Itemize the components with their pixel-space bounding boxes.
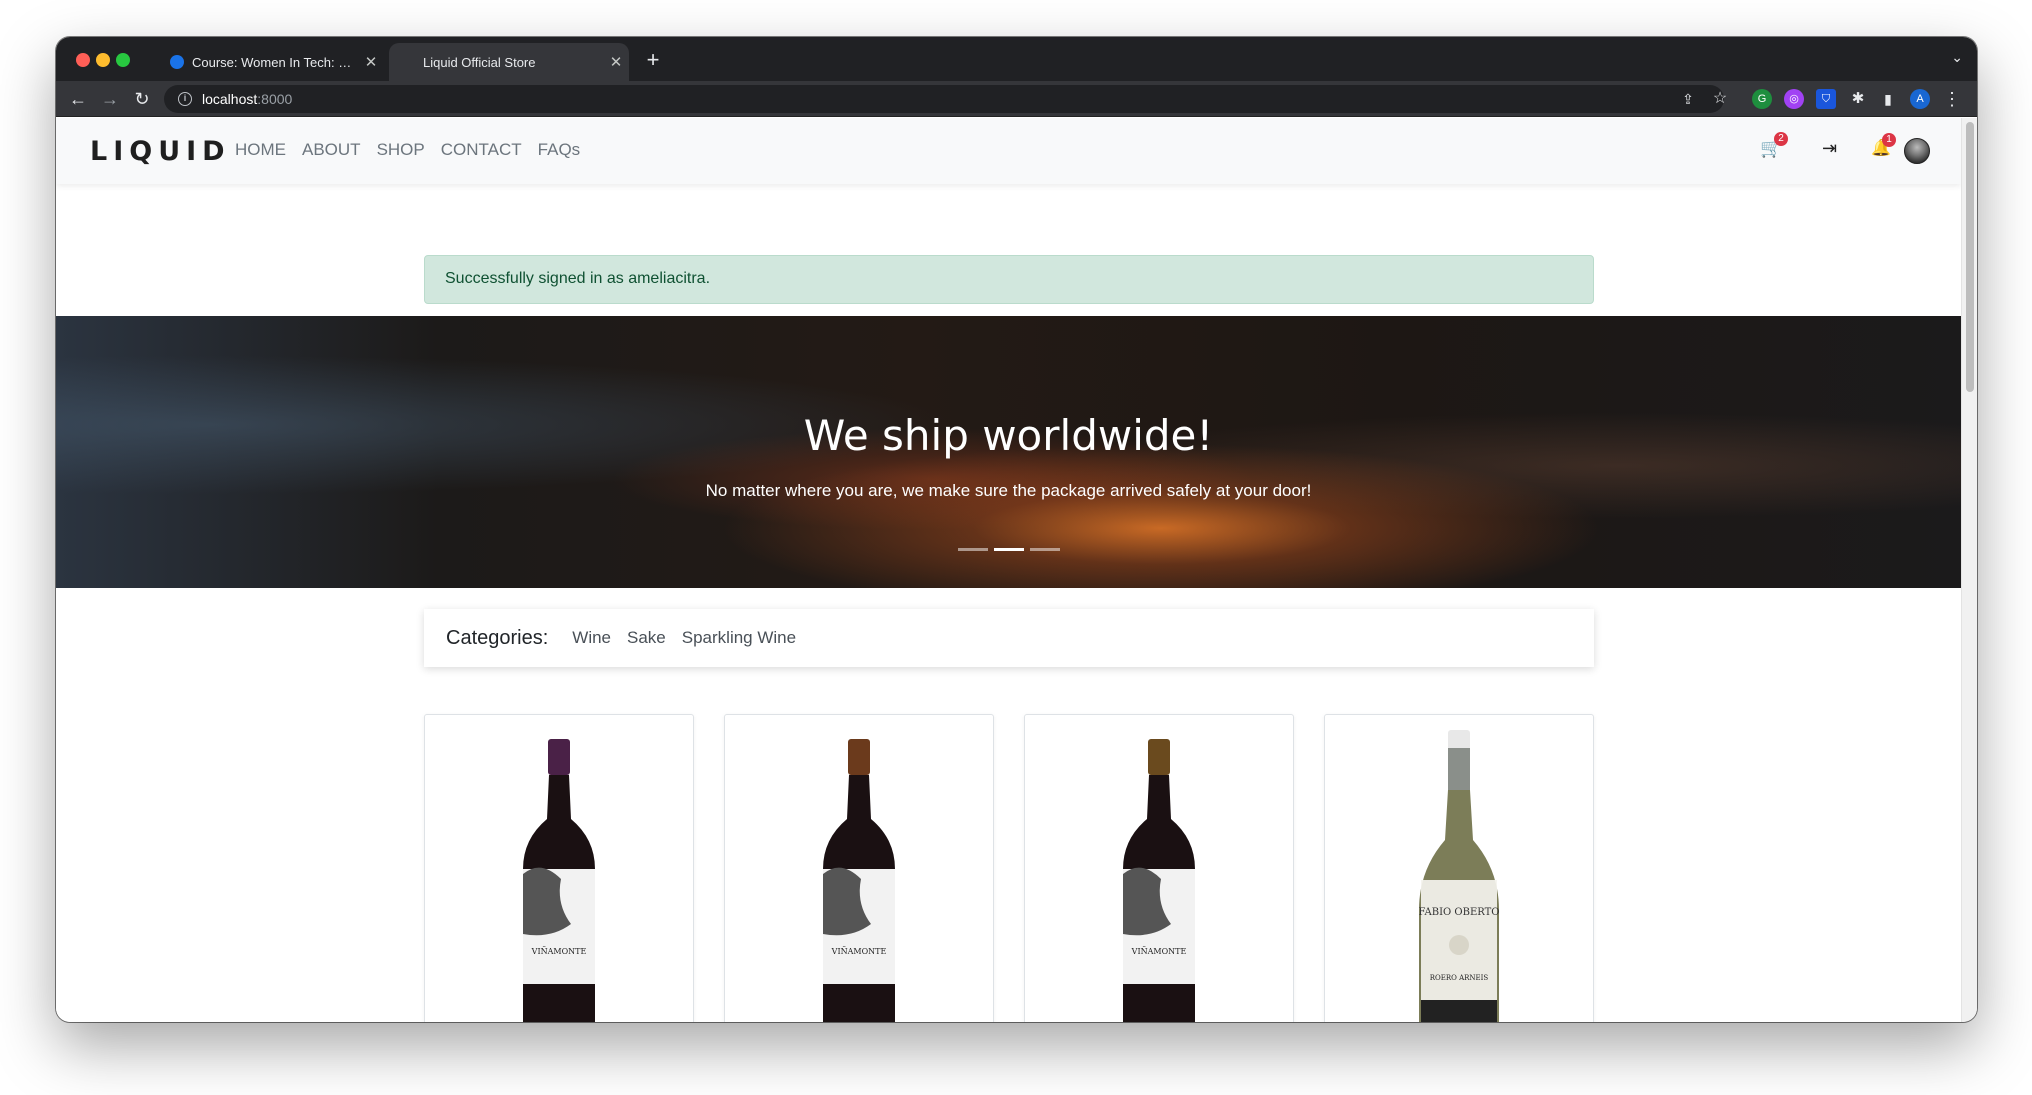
address-port: :8000 xyxy=(257,91,293,107)
product-card[interactable]: VIÑAMONTE xyxy=(724,714,994,1022)
user-avatar[interactable] xyxy=(1904,138,1930,164)
wine-bottle-image: VIÑAMONTE xyxy=(1123,739,1195,1022)
new-tab-icon[interactable]: + xyxy=(640,47,666,73)
bottle-label-text: FABIO OBERTO xyxy=(1418,907,1499,918)
bottle-label-text: VIÑAMONTE xyxy=(531,947,587,956)
nav-shop[interactable]: SHOP xyxy=(377,140,425,160)
cart-count-badge: 2 xyxy=(1774,132,1788,146)
site-info-icon[interactable]: i xyxy=(178,92,192,106)
bitwarden-extension-icon[interactable]: ⛉ xyxy=(1816,89,1836,109)
product-card[interactable]: VIÑAMONTE xyxy=(424,714,694,1022)
nav-contact[interactable]: CONTACT xyxy=(441,140,522,160)
forward-arrow-icon[interactable]: → xyxy=(98,87,122,111)
desktop: Course: Women In Tech: Pytho ✕ Liquid Of… xyxy=(0,0,2032,1095)
bookmark-star-icon[interactable]: ☆ xyxy=(1708,87,1732,111)
back-arrow-icon[interactable]: ← xyxy=(66,87,90,111)
tab-liquid-store[interactable]: Liquid Official Store ✕ xyxy=(389,43,629,81)
hero-subtitle: No matter where you are, we make sure th… xyxy=(705,481,1312,500)
carousel-indicator-3[interactable] xyxy=(1030,548,1060,551)
site-navbar: LIQUID HOME ABOUT SHOP CONTACT FAQs 🛒 2 … xyxy=(56,118,1961,184)
product-card[interactable]: FABIO OBERTO ROERO ARNEIS xyxy=(1324,714,1594,1022)
site-logo[interactable]: LIQUID xyxy=(90,136,231,167)
minimize-window-button[interactable] xyxy=(96,53,110,67)
page-scrollbar[interactable] xyxy=(1961,118,1977,1022)
categories-label: Categories: xyxy=(446,626,549,649)
carousel-indicators xyxy=(958,548,1060,551)
hero-title: We ship worldwide! xyxy=(803,411,1214,460)
product-card[interactable]: VIÑAMONTE xyxy=(1024,714,1294,1022)
bottle-label-subtext: ROERO ARNEIS xyxy=(1430,974,1489,982)
tab-course[interactable]: Course: Women In Tech: Pytho ✕ xyxy=(156,43,384,81)
address-bar[interactable]: i localhost:8000 xyxy=(164,85,1724,113)
close-window-button[interactable] xyxy=(76,53,90,67)
tab-strip: Course: Women In Tech: Pytho ✕ Liquid Of… xyxy=(56,37,1977,81)
extensions-puzzle-icon[interactable]: ✱ xyxy=(1846,87,1870,111)
category-sake[interactable]: Sake xyxy=(627,628,666,648)
wine-bottle-image: VIÑAMONTE xyxy=(523,739,595,1022)
success-alert: Successfully signed in as ameliacitra. xyxy=(424,255,1594,304)
nav-faqs[interactable]: FAQs xyxy=(538,140,581,160)
share-icon[interactable]: ⇪ xyxy=(1676,87,1700,111)
page-viewport: LIQUID HOME ABOUT SHOP CONTACT FAQs 🛒 2 … xyxy=(56,118,1961,1022)
logout-icon[interactable]: ⇥ xyxy=(1822,138,1837,159)
grammarly-extension-icon[interactable]: G xyxy=(1752,89,1772,109)
bottle-label-text: VIÑAMONTE xyxy=(831,947,887,956)
tab-search-chevron-icon[interactable]: ⌄ xyxy=(1951,49,1963,66)
nav-home[interactable]: HOME xyxy=(235,140,286,160)
carousel-indicator-1[interactable] xyxy=(958,548,988,551)
wine-bottle-image: VIÑAMONTE xyxy=(823,739,895,1022)
maximize-window-button[interactable] xyxy=(116,53,130,67)
tab-title: Course: Women In Tech: Pytho xyxy=(192,54,358,70)
browser-window: Course: Women In Tech: Pytho ✕ Liquid Of… xyxy=(56,37,1977,1022)
notification-count-badge: 1 xyxy=(1882,133,1896,147)
side-panel-icon[interactable]: ▮ xyxy=(1876,87,1900,111)
reload-icon[interactable]: ↻ xyxy=(130,87,154,111)
product-grid: VIÑAMONTE VIÑAMONTE VIÑAMONTE FABIO OBER… xyxy=(424,714,1594,1022)
nav-about[interactable]: ABOUT xyxy=(302,140,361,160)
close-tab-icon[interactable]: ✕ xyxy=(603,53,629,71)
white-wine-bottle-image: FABIO OBERTO ROERO ARNEIS xyxy=(1418,730,1500,1022)
browser-toolbar: ← → ↻ i localhost:8000 ⇪ ☆ G ◎ ⛉ ✱ ▮ A ⋮ xyxy=(56,81,1977,117)
hero-carousel: We ship worldwide! No matter where you a… xyxy=(56,316,1961,588)
profile-avatar[interactable]: A xyxy=(1910,89,1930,109)
tab-title: Liquid Official Store xyxy=(423,54,536,70)
extension-purple-icon[interactable]: ◎ xyxy=(1784,89,1804,109)
course-favicon-icon xyxy=(170,55,184,69)
nav-links: HOME ABOUT SHOP CONTACT FAQs xyxy=(235,140,580,160)
address-host: localhost xyxy=(202,91,258,107)
carousel-indicator-2[interactable] xyxy=(994,548,1024,551)
scrollbar-thumb[interactable] xyxy=(1966,122,1974,392)
categories-bar: Categories: Wine Sake Sparkling Wine xyxy=(424,609,1594,667)
browser-menu-icon[interactable]: ⋮ xyxy=(1940,87,1964,111)
bottle-label-text: VIÑAMONTE xyxy=(1131,947,1187,956)
category-wine[interactable]: Wine xyxy=(572,628,611,648)
category-sparkling-wine[interactable]: Sparkling Wine xyxy=(682,628,796,648)
close-tab-icon[interactable]: ✕ xyxy=(358,53,384,71)
